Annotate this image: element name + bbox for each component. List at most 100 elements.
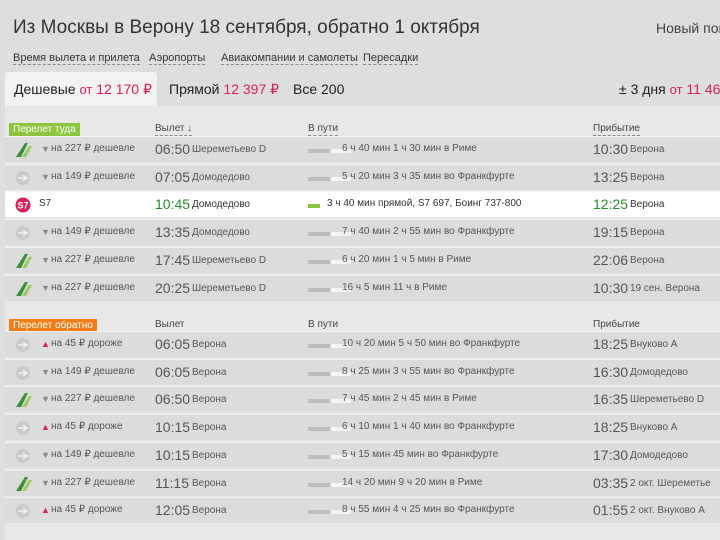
- tab-cheap[interactable]: Дешевые от 12 170 ₽: [14, 81, 152, 98]
- departure-time: 20:25: [155, 279, 191, 296]
- departure-time: 06:05: [155, 336, 191, 352]
- departure-time: 06:50: [155, 141, 191, 157]
- outbound-sort-duration[interactable]: В пути: [308, 123, 339, 136]
- outbound-sort-departure[interactable]: Вылет ↓: [155, 123, 193, 136]
- duration-bar: [308, 427, 330, 432]
- arrow-down-icon: ▼: [41, 254, 50, 265]
- plane-icon: [14, 337, 36, 353]
- price-difference: на 149 ₽ дешевле: [51, 448, 135, 460]
- price-difference: на 45 ₽ дороже: [51, 421, 123, 433]
- outbound-badge: Перелет туда: [9, 123, 80, 136]
- flight-row[interactable]: ▼ на 227 ₽ дешевле 06:50 Верона 7 ч 45 мин 2…: [5, 386, 720, 413]
- tab-direct[interactable]: Прямой 12 397 ₽: [169, 81, 279, 98]
- arrival-time: 13:25: [593, 168, 629, 185]
- departure-time: 10:15: [155, 419, 191, 436]
- flight-row[interactable]: ▼ на 149 ₽ дешевле 06:05 Верона 8 ч 25 мин 3…: [5, 358, 720, 385]
- tab-flex-pre: от: [669, 82, 683, 97]
- arrival-time: 01:55: [593, 502, 629, 519]
- price-difference: на 149 ₽ дешевле: [51, 226, 135, 238]
- flight-row[interactable]: ▲ на 45 ₽ дороже 06:05 Верона 10 ч 20 мин 5 …: [5, 331, 720, 357]
- duration-bar: [308, 371, 330, 376]
- departure-airport: Верона: [192, 505, 227, 517]
- arrival-time: 16:30: [593, 363, 629, 380]
- duration-bar: [308, 259, 330, 264]
- arrival-time: 16:35: [593, 391, 629, 408]
- departure-airport: Верона: [192, 449, 227, 461]
- arrival-time: 22:06: [593, 251, 629, 268]
- departure-airport: Шереметьево D: [192, 282, 267, 294]
- plane-icon: [14, 170, 36, 186]
- price-difference: S7: [39, 198, 52, 210]
- outbound-sort-arrival[interactable]: Прибытие: [593, 123, 640, 136]
- departure-airport: Верона: [192, 366, 227, 378]
- new-search-link[interactable]: Новый пои: [656, 20, 720, 36]
- flight-row[interactable]: ▲ на 45 ₽ дороже 10:15 Верона 6 ч 10 мин 1 ч…: [5, 414, 720, 441]
- duration-bar: [308, 510, 330, 515]
- plane-icon: [14, 448, 36, 464]
- flight-row[interactable]: ▼ на 227 ₽ дешевле 06:50 Шереметьево D 6 ч 4…: [5, 136, 720, 162]
- plane-icon: [14, 420, 36, 436]
- filter-transfers[interactable]: Пересадки: [363, 52, 419, 65]
- flight-row[interactable]: ▼ на 227 ₽ дешевле 11:15 Верона 14 ч 20 мин …: [5, 469, 720, 496]
- departure-time: 17:45: [155, 251, 191, 268]
- alitalia-logo-icon: [14, 142, 36, 158]
- departure-airport: Верона: [192, 477, 227, 489]
- filter-airports[interactable]: Аэропорты: [149, 52, 206, 65]
- filter-times[interactable]: Время вылета и прилета: [13, 52, 140, 65]
- flight-row[interactable]: S7 S7 10:45 Домодедово 3 ч 40 мин прямой, S7…: [5, 191, 720, 218]
- tab-direct-label: Прямой: [169, 81, 220, 97]
- departure-airport: Верона: [192, 422, 227, 434]
- flight-row[interactable]: ▼ на 227 ₽ дешевле 17:45 Шереметьево D 6 ч 2…: [5, 246, 720, 273]
- arrival-time: 18:25: [593, 419, 629, 436]
- flight-row[interactable]: ▲ на 45 ₽ дороже 12:05 Верона 8 ч 55 мин 4 ч…: [5, 497, 720, 524]
- flight-row[interactable]: ▼ на 149 ₽ дешевле 13:35 Домодедово 7 ч 40 м…: [5, 219, 720, 246]
- arrival-airport: 2 окт. Внуково А: [630, 505, 705, 517]
- alitalia-logo-icon: [14, 253, 36, 269]
- arrival-time: 17:30: [593, 446, 629, 463]
- arrival-airport: Домодедово: [630, 449, 688, 461]
- price-difference: на 45 ₽ дороже: [51, 338, 123, 349]
- departure-time: 06:50: [155, 391, 191, 408]
- arrival-airport: Верона: [630, 144, 665, 155]
- tab-direct-price: 12 397 ₽: [223, 81, 280, 97]
- flight-row[interactable]: ▼ на 149 ₽ дешевле 07:05 Домодедово 5 ч 20 м…: [5, 163, 720, 190]
- arrow-down-icon: ▼: [41, 282, 50, 293]
- duration-bar: [308, 149, 330, 153]
- tab-all-label: Все 200: [293, 81, 345, 97]
- arrow-up-icon: ▲: [41, 505, 50, 516]
- flight-duration: 6 ч 10 мин 1 ч 40 мин во Франкфурте: [342, 421, 515, 433]
- price-difference: на 149 ₽ дешевле: [51, 365, 135, 377]
- duration-bar: [308, 344, 330, 348]
- price-difference: на 45 ₽ дороже: [51, 504, 123, 516]
- tab-flex[interactable]: ± 3 дня от 11 463: [619, 81, 720, 97]
- filter-airlines[interactable]: Авиакомпании и самолеты: [221, 52, 358, 65]
- flight-duration: 6 ч 20 мин 1 ч 5 мин в Риме: [342, 253, 472, 265]
- price-difference: на 149 ₽ дешевле: [51, 170, 135, 182]
- flight-row[interactable]: ▼ на 227 ₽ дешевле 20:25 Шереметьево D 16 ч …: [5, 274, 720, 301]
- s7-logo-icon: S7: [14, 197, 36, 213]
- duration-bar: [308, 482, 330, 487]
- arrival-time: 19:15: [593, 224, 629, 241]
- departure-airport: Домодедово: [192, 199, 250, 211]
- flight-duration: 14 ч 20 мин 9 ч 20 мин в Риме: [342, 476, 483, 488]
- price-difference: на 227 ₽ дешевле: [51, 253, 135, 265]
- tab-bar: Дешевые от 12 170 ₽ Прямой 12 397 ₽ Все …: [0, 72, 720, 106]
- departure-time: 10:15: [155, 446, 191, 463]
- flight-duration: 6 ч 40 мин 1 ч 30 мин в Риме: [342, 143, 477, 154]
- price-difference: на 227 ₽ дешевле: [51, 281, 135, 293]
- filter-bar: Время вылета и прилета Аэропорты Авиаком…: [0, 52, 720, 66]
- tab-cheap-label: Дешевые: [14, 81, 76, 97]
- arrow-down-icon: ▼: [41, 144, 50, 154]
- flight-row[interactable]: ▼ на 149 ₽ дешевле 10:15 Верона 5 ч 15 мин 4…: [5, 441, 720, 468]
- alitalia-logo-icon: [14, 476, 36, 492]
- duration-bar: [308, 399, 330, 404]
- arrow-down-icon: ▼: [41, 394, 50, 405]
- departure-time: 11:15: [155, 474, 189, 491]
- tab-all[interactable]: Все 200: [293, 81, 344, 97]
- departure-time: 10:45: [155, 196, 191, 213]
- results-panel: Перелет туда Вылет ↓ В пути Прибытие ▼ на…: [5, 106, 720, 540]
- arrow-down-icon: ▼: [41, 366, 50, 377]
- duration-bar: [308, 232, 330, 237]
- price-difference: на 227 ₽ дешевле: [51, 393, 135, 405]
- tab-flex-label: ± 3 дня: [619, 81, 666, 97]
